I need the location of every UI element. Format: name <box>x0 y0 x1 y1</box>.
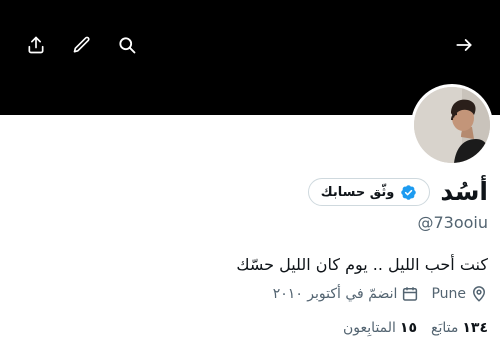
avatar-photo <box>414 87 490 163</box>
following-link[interactable]: ١٣٤ متابَع <box>431 320 488 336</box>
edit-pencil-icon[interactable] <box>70 33 94 57</box>
followers-count: ١٥ <box>399 320 418 336</box>
joined-item: انضمّ في أكتوبر ٢٠١٠ <box>273 285 420 303</box>
profile-meta: Pune انضمّ في أكتوبر ٢٠١٠ <box>12 283 488 305</box>
profile-info: أسُد وثّق حسابك @73ooiu كنت أحب الليل ..… <box>12 172 488 339</box>
followers-label: المتابِعون <box>343 320 396 336</box>
location-item: Pune <box>431 285 488 303</box>
display-name: أسُد <box>440 177 488 206</box>
following-label: متابَع <box>431 320 459 336</box>
verify-account-button[interactable]: وثّق حسابك <box>307 178 431 206</box>
joined-date: انضمّ في أكتوبر ٢٠١٠ <box>272 286 398 302</box>
calendar-icon <box>403 287 418 301</box>
verify-button-label: وثّق حسابك <box>320 184 395 200</box>
follow-stats: ١٣٤ متابَع ١٥ المتابِعون <box>12 317 488 339</box>
share-icon[interactable] <box>24 33 48 57</box>
bio-text: كنت أحب الليل .. يوم كان الليل حسّك <box>236 255 488 274</box>
location-pin-icon <box>472 286 486 302</box>
name-row: أسُد وثّق حسابك <box>12 172 488 212</box>
followers-link[interactable]: ١٥ المتابِعون <box>343 320 417 336</box>
user-handle: @73ooiu <box>417 213 488 232</box>
search-icon[interactable] <box>115 33 139 57</box>
verified-badge-icon <box>401 184 417 200</box>
avatar[interactable] <box>411 84 493 166</box>
location-text: Pune <box>431 286 466 302</box>
following-count: ١٣٤ <box>462 320 488 336</box>
forward-arrow-icon[interactable] <box>452 33 476 57</box>
